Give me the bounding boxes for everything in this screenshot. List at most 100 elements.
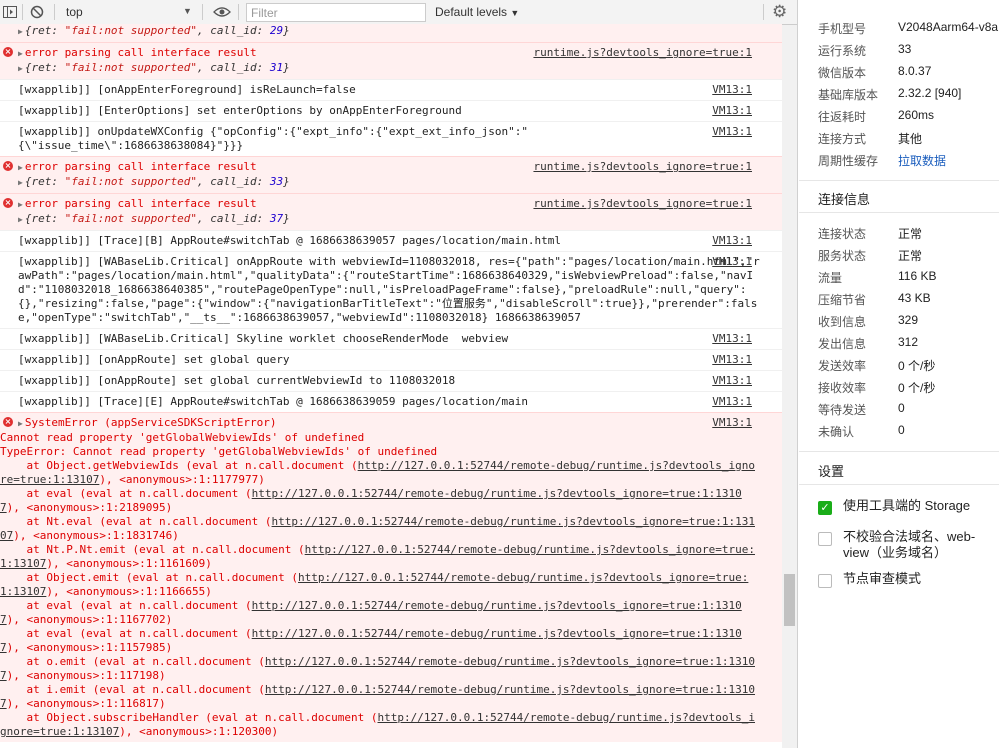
stack-frame: at Nt.P.Nt.emit (eval at n.call.document…	[0, 543, 760, 571]
stack-frame: at eval (eval at n.call.document (http:/…	[0, 487, 760, 515]
error-text: error parsing call interface result	[24, 46, 257, 59]
expand-triangle-icon[interactable]: ▶	[18, 178, 23, 187]
settings-label[interactable]: 使用工具端的 Storage	[843, 498, 993, 514]
toolbar-divider	[54, 4, 55, 20]
expand-triangle-icon[interactable]: ▶	[18, 200, 23, 209]
source-link[interactable]: VM13:1	[712, 416, 752, 430]
expand-triangle-icon[interactable]: ▶	[18, 64, 23, 73]
obj-callid-value: 29	[269, 24, 284, 37]
clear-console-icon[interactable]	[30, 4, 44, 20]
info-row: 压缩节省 43 KB	[818, 288, 999, 310]
log-message: VM13:1 [wxapplib]] onUpdateWXConfig {"op…	[0, 121, 782, 156]
fetch-data-link[interactable]: 拉取数据	[898, 152, 946, 169]
object-preview[interactable]: ▶ {ret: "fail:not supported", call_id: 31…	[18, 61, 708, 76]
filter-input[interactable]	[246, 3, 426, 22]
info-key: 运行系统	[818, 44, 867, 58]
settings-checkbox[interactable]: ✓	[818, 501, 832, 515]
expand-triangle-icon[interactable]: ▶	[18, 27, 23, 36]
error-icon: ×	[3, 198, 13, 208]
log-text: [wxapplib]] [onAppRoute] set global quer…	[18, 353, 290, 366]
settings-label[interactable]: 不校验合法域名、web-view（业务域名）	[843, 529, 993, 561]
source-link[interactable]: runtime.js?devtools_ignore=true:1	[533, 46, 752, 60]
obj-ret-key: {ret:	[24, 212, 65, 225]
toolbar-divider	[202, 4, 203, 20]
source-link[interactable]: runtime.js?devtools_ignore=true:1	[533, 197, 752, 211]
source-link[interactable]: VM13:1	[712, 395, 752, 409]
source-link[interactable]: VM13:1	[712, 374, 752, 388]
stack-frame-text: at o.emit (eval at n.call.document (	[0, 655, 265, 668]
source-link[interactable]: VM13:1	[712, 353, 752, 367]
object-preview[interactable]: ▶ {ret: "fail:not supported", call_id: 37…	[18, 212, 708, 227]
obj-ret-key: {ret:	[24, 24, 65, 37]
info-value: 329	[898, 313, 919, 327]
log-message: VM13:1 [wxapplib]] [Trace][E] AppRoute#s…	[0, 391, 782, 412]
object-preview[interactable]: ▶ {ret: "fail:not supported", call_id: 33…	[18, 175, 708, 190]
stack-frame-text: at eval (eval at n.call.document (	[0, 627, 252, 640]
settings-checkbox[interactable]	[818, 532, 832, 546]
info-row: 等待发送 0	[818, 398, 999, 420]
info-key: 服务状态	[818, 249, 867, 263]
log-text: [wxapplib]] [onAppEnterForeground] isReL…	[18, 83, 356, 96]
settings-checkbox[interactable]	[818, 574, 832, 588]
source-link[interactable]: VM13:1	[712, 104, 752, 118]
error-icon: ×	[3, 161, 13, 171]
section-divider	[799, 180, 999, 181]
eye-icon[interactable]	[213, 4, 231, 20]
toggle-sidebar-icon[interactable]	[3, 4, 17, 20]
console-scrollbar[interactable]	[782, 25, 797, 748]
context-dropdown-icon[interactable]: ▼	[183, 6, 192, 16]
error-text: Cannot read property 'getGlobalWebviewId…	[0, 431, 365, 444]
stack-frame: at o.emit (eval at n.call.document (http…	[0, 655, 760, 683]
info-value: 0 个/秒	[898, 359, 936, 373]
expand-triangle-icon[interactable]: ▶	[18, 215, 23, 224]
context-selector[interactable]: top	[66, 5, 83, 19]
source-link[interactable]: VM13:1	[712, 332, 752, 346]
stack-frame-location: ), <anonymous>:1:1167702)	[6, 613, 173, 626]
source-link[interactable]: VM13:1	[712, 83, 752, 97]
log-text: [wxapplib]] [Trace][B] AppRoute#switchTa…	[18, 234, 562, 247]
source-link[interactable]: runtime.js?devtools_ignore=true:1	[533, 160, 752, 174]
info-row: 手机型号 V2048Aarm64-v8a	[818, 17, 999, 39]
object-preview[interactable]: ▶ {ret: "fail:not supported", call_id: 29…	[18, 24, 708, 39]
scrollbar-thumb[interactable]	[784, 574, 795, 626]
error-text: TypeError: Cannot read property 'getGlob…	[0, 445, 438, 458]
obj-ret-value: "fail:not supported"	[64, 24, 198, 37]
obj-ret-key: {ret:	[24, 175, 65, 188]
error-message: ▶ {ret: "fail:not supported", call_id: 29…	[0, 24, 782, 42]
stack-frame-location: ), <anonymous>:1:117198)	[6, 669, 166, 682]
log-message: VM13:1 [wxapplib]] [onAppEnterForeground…	[0, 79, 782, 100]
expand-triangle-icon[interactable]: ▶	[18, 163, 23, 172]
info-key: 往返耗时	[818, 110, 867, 124]
obj-callid-key: call_id:	[210, 212, 270, 225]
stack-frame-location: ), <anonymous>:1:2189095)	[6, 501, 173, 514]
obj-ret-value: "fail:not supported"	[64, 175, 198, 188]
info-value: 正常	[898, 249, 923, 263]
info-value: 260ms	[898, 108, 935, 122]
expand-triangle-icon[interactable]: ▶	[18, 419, 23, 428]
error-text: error parsing call interface result	[24, 197, 257, 210]
log-text: [wxapplib]] [Trace][E] AppRoute#switchTa…	[18, 395, 528, 408]
source-link[interactable]: VM13:1	[712, 234, 752, 248]
console-toolbar: top ▼ Default levels ▼ ⚙	[0, 0, 797, 25]
stack-frame-location: ), <anonymous>:1:1166655)	[46, 585, 212, 598]
info-key: 收到信息	[818, 315, 867, 329]
info-key: 等待发送	[818, 403, 867, 417]
log-text: [wxapplib]] [WABaseLib.Critical] Skyline…	[18, 332, 509, 345]
info-value: 8.0.37	[898, 64, 932, 78]
log-levels-dropdown[interactable]: Default levels ▼	[435, 5, 519, 19]
expand-triangle-icon[interactable]: ▶	[18, 49, 23, 58]
info-value: 0	[898, 401, 905, 415]
settings-label[interactable]: 节点审查模式	[843, 571, 993, 587]
stack-frame-text: at eval (eval at n.call.document (	[0, 599, 252, 612]
gear-icon[interactable]: ⚙	[772, 2, 787, 22]
log-levels-label: Default levels	[435, 5, 508, 19]
toolbar-divider	[763, 4, 764, 20]
info-key: 未确认	[818, 425, 855, 439]
obj-callid-key: call_id:	[210, 175, 270, 188]
stack-frame: at Object.emit (eval at n.call.document …	[0, 571, 760, 599]
source-link[interactable]: VM13:1	[712, 125, 752, 139]
info-key: 接收效率	[818, 381, 867, 395]
chevron-down-icon: ▼	[510, 8, 520, 18]
info-row: 未确认 0	[818, 420, 999, 442]
source-link[interactable]: VM13:1	[712, 255, 752, 269]
